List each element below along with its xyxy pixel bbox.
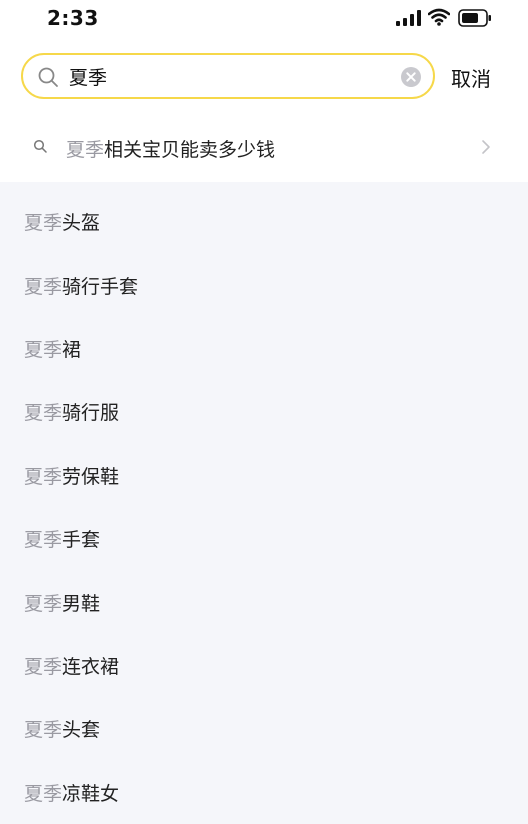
item-highlight: 夏季 <box>24 529 63 552</box>
signal-icon <box>396 10 421 26</box>
item-rest: 裙 <box>62 338 82 361</box>
item-rest: 头盔 <box>62 212 101 235</box>
list-item[interactable]: 夏季 男鞋 <box>0 570 528 633</box>
item-rest: 连衣裙 <box>62 655 120 678</box>
status-time: 2:33 <box>47 6 99 30</box>
list-item[interactable]: 夏季 手套 <box>0 507 528 570</box>
chevron-right-icon <box>482 140 490 154</box>
item-rest: 手套 <box>62 529 101 552</box>
suggestion-rest: 相关宝贝能卖多少钱 <box>104 139 276 161</box>
search-input[interactable] <box>69 62 389 90</box>
list-item[interactable]: 夏季 劳保鞋 <box>0 444 528 507</box>
item-rest: 骑行服 <box>62 402 120 425</box>
item-highlight: 夏季 <box>24 338 63 361</box>
item-highlight: 夏季 <box>24 212 63 235</box>
wifi-icon <box>428 8 450 26</box>
status-bar: 2:33 <box>0 0 528 40</box>
item-highlight: 夏季 <box>24 275 63 298</box>
list-item[interactable]: 夏季 头套 <box>0 697 528 760</box>
clear-icon[interactable] <box>400 66 422 88</box>
item-rest: 骑行手套 <box>62 275 139 298</box>
list-item[interactable]: 夏季 骑行手套 <box>0 253 528 316</box>
item-rest: 凉鞋女 <box>62 782 120 805</box>
search-box[interactable] <box>21 53 435 99</box>
list-item[interactable]: 夏季 头盔 <box>0 190 528 253</box>
item-highlight: 夏季 <box>24 655 63 678</box>
suggestion-row[interactable]: 夏季相关宝贝能卖多少钱 <box>0 122 528 172</box>
item-rest: 男鞋 <box>62 592 101 615</box>
top-area: 2:33 取消 <box>0 0 528 182</box>
suggestion-text: 夏季相关宝贝能卖多少钱 <box>66 135 275 162</box>
cancel-button[interactable]: 取消 <box>451 63 491 92</box>
item-rest: 头套 <box>62 719 101 742</box>
item-highlight: 夏季 <box>24 782 63 805</box>
list-item[interactable]: 夏季 骑行服 <box>0 380 528 443</box>
item-highlight: 夏季 <box>24 592 63 615</box>
results-list: 夏季 头盔 夏季 骑行手套 夏季裙 夏季 骑行服 夏季 劳保鞋 夏季 手套 夏季 男鞋 夏季… <box>0 190 528 824</box>
search-icon <box>33 139 47 153</box>
list-item[interactable]: 夏季 凉鞋女 <box>0 761 528 824</box>
item-highlight: 夏季 <box>24 719 63 742</box>
item-highlight: 夏季 <box>24 465 63 488</box>
list-item[interactable]: 夏季裙 <box>0 317 528 380</box>
suggestion-highlight: 夏季 <box>66 139 105 161</box>
search-icon <box>38 67 58 87</box>
battery-icon <box>458 9 491 27</box>
item-highlight: 夏季 <box>24 402 63 425</box>
item-rest: 劳保鞋 <box>62 465 120 488</box>
list-item[interactable]: 夏季 连衣裙 <box>0 634 528 697</box>
